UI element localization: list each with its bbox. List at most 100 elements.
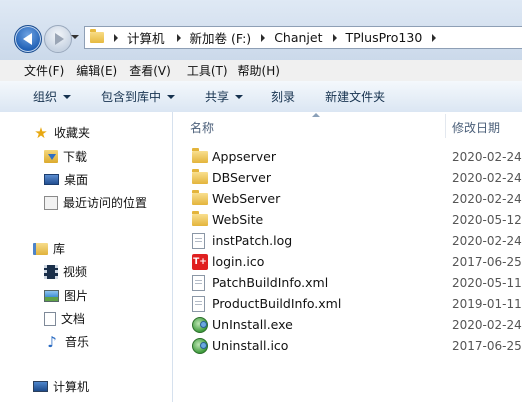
nav-videos[interactable]: 视频 xyxy=(44,263,87,280)
breadcrumb-item-tpluspro[interactable]: TPlusPro130 xyxy=(346,30,423,45)
breadcrumb-separator-icon[interactable] xyxy=(332,33,337,42)
file-date: 2020-02-24 xyxy=(452,149,522,164)
xml-file-icon xyxy=(192,275,205,291)
file-row-webserver[interactable]: WebServer 2020-02-24 xyxy=(173,188,522,209)
file-name: Appserver xyxy=(212,149,276,164)
breadcrumb: 计算机 新加卷 (F:) Chanjet TPlusPro130 xyxy=(110,28,445,47)
library-icon xyxy=(33,242,48,255)
file-date: 2020-02-24 xyxy=(452,233,522,248)
address-box[interactable]: 计算机 新加卷 (F:) Chanjet TPlusPro130 xyxy=(84,26,522,49)
nav-libraries-label: 库 xyxy=(53,242,66,256)
menu-file[interactable]: 文件(F) xyxy=(0,62,70,79)
breadcrumb-separator-icon[interactable] xyxy=(432,33,437,42)
file-row-dbserver[interactable]: DBServer 2020-02-24 xyxy=(173,167,522,188)
column-header-name[interactable]: 名称 xyxy=(190,119,214,136)
folder-icon xyxy=(90,29,104,43)
back-button[interactable] xyxy=(14,25,42,53)
text-file-icon xyxy=(192,233,205,249)
forward-arrow-icon xyxy=(54,33,64,45)
breadcrumb-item-computer[interactable]: 计算机 xyxy=(127,28,165,47)
file-date: 2020-02-24 xyxy=(452,170,522,185)
uninstall-ico-icon xyxy=(192,338,208,354)
chevron-down-icon xyxy=(63,94,72,99)
nav-documents[interactable]: 文档 xyxy=(44,310,85,327)
include-in-library-label: 包含到库中 xyxy=(101,90,162,104)
file-name: ProductBuildInfo.xml xyxy=(212,296,342,311)
nav-desktop[interactable]: 桌面 xyxy=(44,171,88,188)
address-bar-region: 计算机 新加卷 (F:) Chanjet TPlusPro130 xyxy=(0,0,522,60)
breadcrumb-separator-icon[interactable] xyxy=(176,33,181,42)
folder-icon xyxy=(192,169,208,184)
breadcrumb-item-chanjet[interactable]: Chanjet xyxy=(274,30,322,45)
computer-icon xyxy=(33,381,48,392)
column-header-date-modified[interactable]: 修改日期 xyxy=(452,119,500,136)
menu-help[interactable]: 帮助(H) xyxy=(234,62,286,79)
music-note-icon: ♪ xyxy=(47,332,57,351)
nav-documents-label: 文档 xyxy=(61,312,86,326)
organize-button[interactable]: 组织 xyxy=(33,88,72,105)
forward-button[interactable] xyxy=(44,25,72,53)
back-arrow-icon xyxy=(22,33,32,45)
folder-icon xyxy=(192,211,208,226)
chevron-down-icon xyxy=(235,94,244,99)
navigation-pane: ★ 收藏夹 下载 桌面 最近访问的位置 库 视频 图片 文档 ♪ 音乐 计算机 xyxy=(0,112,173,402)
file-row-uninstall-exe[interactable]: UnInstall.exe 2020-02-24 xyxy=(173,314,522,335)
file-list: 名称 修改日期 Appserver 2020-02-24 DBServer 20… xyxy=(173,112,522,402)
nav-desktop-label: 桌面 xyxy=(64,173,89,187)
breadcrumb-separator-icon[interactable] xyxy=(261,33,266,42)
file-name: Uninstall.ico xyxy=(212,338,289,353)
organize-label: 组织 xyxy=(33,90,58,104)
file-name: UnInstall.exe xyxy=(212,317,293,332)
nav-favorites-label: 收藏夹 xyxy=(54,126,91,140)
file-name: instPatch.log xyxy=(212,233,293,248)
file-date: 2020-05-12 xyxy=(452,212,522,227)
nav-favorites[interactable]: ★ 收藏夹 xyxy=(33,124,90,141)
new-folder-label: 新建文件夹 xyxy=(325,90,386,104)
nav-pictures-label: 图片 xyxy=(64,289,89,303)
menu-tools[interactable]: 工具(T) xyxy=(177,62,234,79)
nav-downloads-label: 下载 xyxy=(63,150,88,164)
menu-edit[interactable]: 编辑(E) xyxy=(70,62,123,79)
sort-ascending-icon xyxy=(312,113,320,117)
folder-icon xyxy=(192,190,208,205)
new-folder-button[interactable]: 新建文件夹 xyxy=(325,88,385,105)
file-date: 2019-01-11 xyxy=(452,296,522,311)
nav-downloads[interactable]: 下载 xyxy=(44,148,87,165)
burn-label: 刻录 xyxy=(271,90,296,104)
nav-pictures[interactable]: 图片 xyxy=(44,287,88,304)
file-row-website[interactable]: WebSite 2020-05-12 xyxy=(173,209,522,230)
file-date: 2020-02-24 xyxy=(452,317,522,332)
picture-icon xyxy=(44,289,59,302)
file-name: WebSite xyxy=(212,212,264,227)
nav-recent-places[interactable]: 最近访问的位置 xyxy=(44,194,147,211)
nav-computer[interactable]: 计算机 xyxy=(33,378,89,395)
file-row-appserver[interactable]: Appserver 2020-02-24 xyxy=(173,146,522,167)
xml-file-icon xyxy=(192,296,205,312)
breadcrumb-separator-icon[interactable] xyxy=(114,33,118,42)
file-row-login-ico[interactable]: T+ login.ico 2017-06-25 xyxy=(173,251,522,272)
nav-music-label: 音乐 xyxy=(65,335,90,349)
breadcrumb-item-drive[interactable]: 新加卷 (F:) xyxy=(190,28,252,47)
include-in-library-button[interactable]: 包含到库中 xyxy=(101,88,176,105)
nav-libraries[interactable]: 库 xyxy=(33,240,65,257)
download-folder-icon xyxy=(44,150,58,163)
file-name: WebServer xyxy=(212,191,281,206)
column-divider[interactable] xyxy=(445,114,446,138)
file-row-uninstall-ico[interactable]: Uninstall.ico 2017-06-25 xyxy=(173,335,522,356)
recent-pages-dropdown-icon[interactable] xyxy=(71,35,79,39)
menu-view[interactable]: 查看(V) xyxy=(123,62,177,79)
burn-button[interactable]: 刻录 xyxy=(271,88,295,105)
file-row-productbuildinfo[interactable]: ProductBuildInfo.xml 2019-01-11 xyxy=(173,293,522,314)
file-row-patchbuildinfo[interactable]: PatchBuildInfo.xml 2020-05-11 xyxy=(173,272,522,293)
file-date: 2020-02-24 xyxy=(452,191,522,206)
chevron-down-icon xyxy=(167,94,176,99)
nav-music[interactable]: ♪ 音乐 xyxy=(44,333,89,350)
folder-icon xyxy=(192,148,208,163)
file-name: login.ico xyxy=(212,254,265,269)
share-button[interactable]: 共享 xyxy=(205,88,244,105)
share-label: 共享 xyxy=(205,90,230,104)
document-icon xyxy=(44,311,56,326)
file-date: 2020-05-11 xyxy=(452,275,522,290)
nav-computer-label: 计算机 xyxy=(53,380,90,394)
file-row-instpatch-log[interactable]: instPatch.log 2020-02-24 xyxy=(173,230,522,251)
